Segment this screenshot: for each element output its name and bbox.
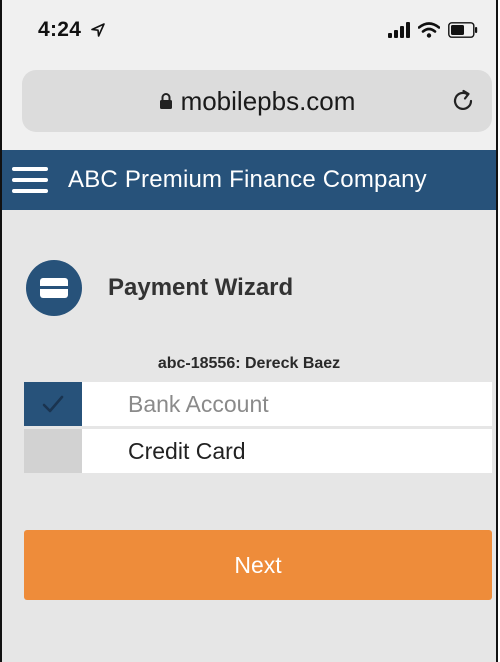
url-text: mobilepbs.com <box>180 85 356 116</box>
app-header: ABC Premium Finance Company <box>2 150 496 210</box>
location-arrow-icon <box>91 23 105 37</box>
company-title: ABC Premium Finance Company <box>68 166 427 193</box>
signal-icon <box>388 22 410 38</box>
browser-chrome: mobilepbs.com <box>2 64 496 150</box>
address-content: mobilepbs.com <box>22 70 492 132</box>
option-label: Bank Account <box>82 382 492 426</box>
next-button[interactable]: Next <box>24 530 492 600</box>
reload-icon[interactable] <box>450 88 476 114</box>
option-checkbox[interactable] <box>24 429 82 473</box>
option-credit-card[interactable]: Credit Card <box>24 429 492 473</box>
credit-card-icon <box>26 260 82 316</box>
lock-icon <box>159 93 172 109</box>
option-bank-account[interactable]: Bank Account <box>24 382 492 426</box>
status-icons <box>388 22 478 38</box>
checkmark-icon <box>42 395 64 413</box>
payment-options: Bank Account Credit Card <box>24 382 492 476</box>
wifi-icon <box>418 22 440 38</box>
option-checkbox-selected[interactable] <box>24 382 82 426</box>
option-label: Credit Card <box>82 429 492 473</box>
wizard-heading: Payment Wizard <box>26 260 293 316</box>
wizard-title: Payment Wizard <box>108 274 294 301</box>
device-frame: 4:24 mobilepbs.com ABC Premium Finance C… <box>0 0 498 662</box>
address-bar[interactable]: mobilepbs.com <box>22 70 492 132</box>
main-content: Payment Wizard abc-18556: Dereck Baez Ba… <box>2 210 496 662</box>
hamburger-icon[interactable] <box>12 167 48 193</box>
account-label: abc-18556: Dereck Baez <box>157 355 341 372</box>
status-bar: 4:24 <box>2 0 496 64</box>
status-time: 4:24 <box>38 18 82 41</box>
battery-icon <box>448 22 478 38</box>
